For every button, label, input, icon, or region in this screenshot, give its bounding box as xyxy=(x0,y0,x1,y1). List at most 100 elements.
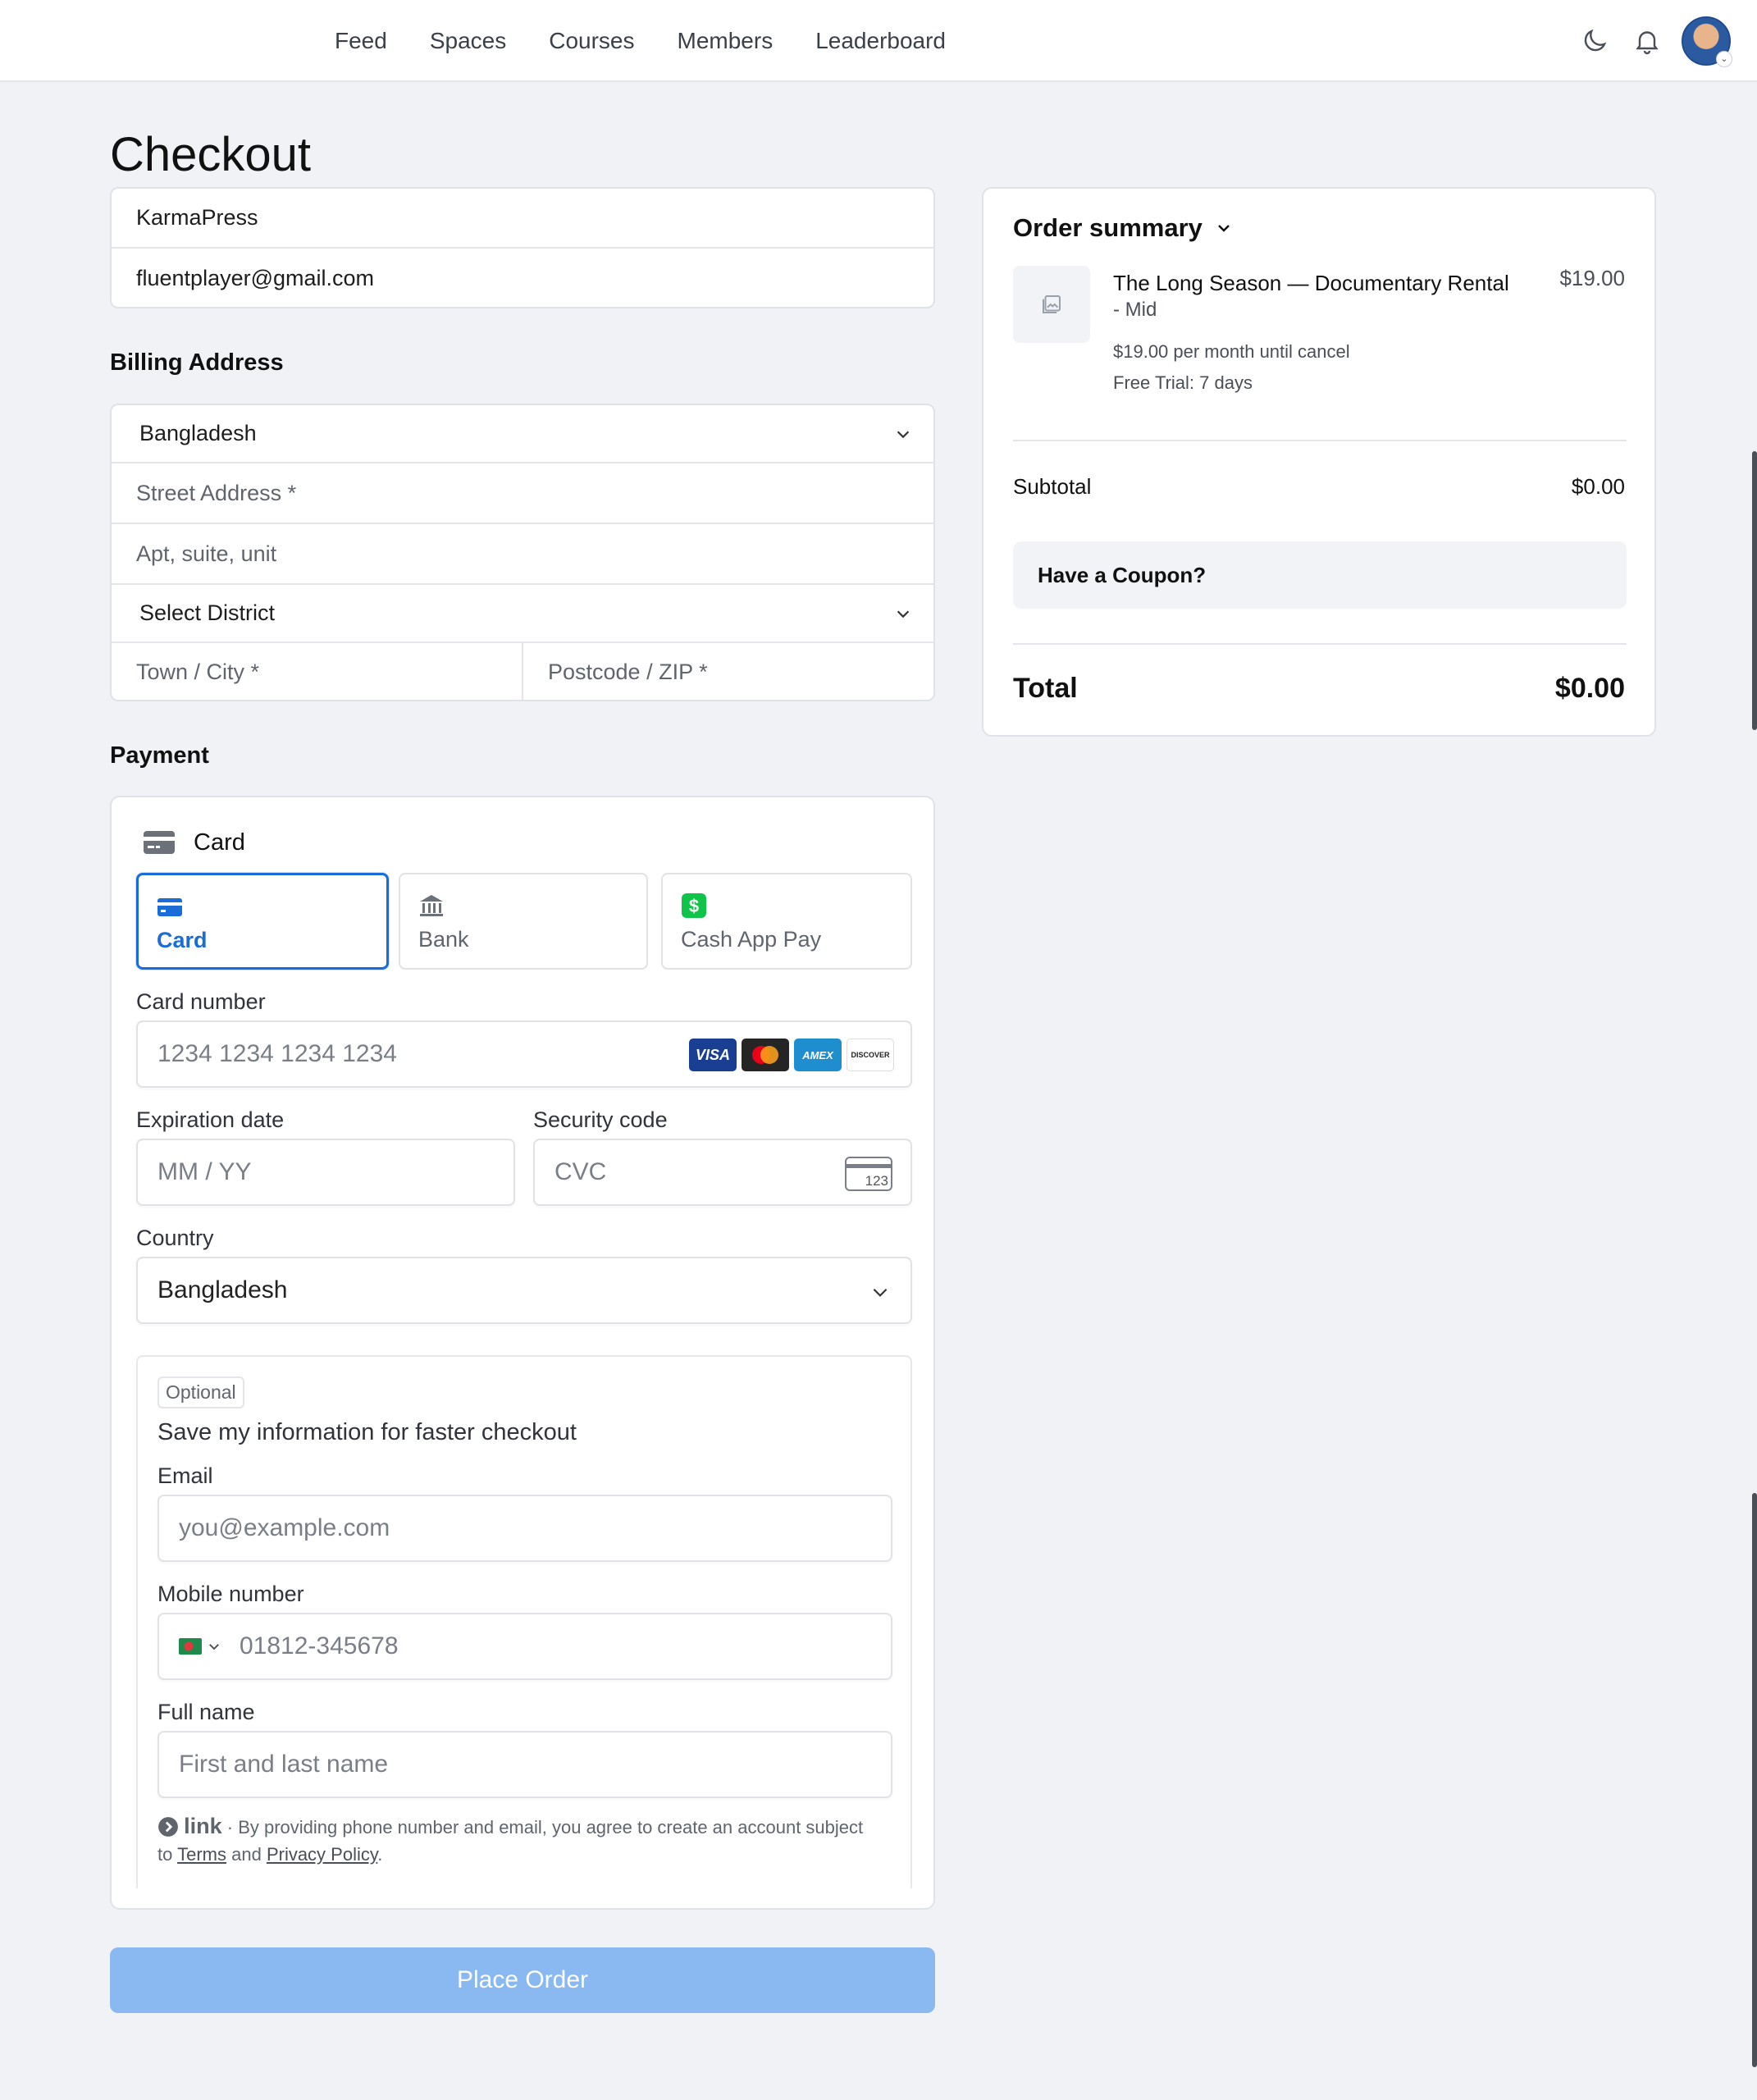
bell-icon xyxy=(1636,31,1659,55)
nav-link-spaces[interactable]: Spaces xyxy=(430,28,506,54)
billing-fields: Bangladesh Street Address * Apt, suite, … xyxy=(110,404,935,701)
product-name: The Long Season — Documentary Rental xyxy=(1113,271,1509,295)
district-value: Select District xyxy=(139,600,276,625)
chevron-down-icon xyxy=(873,1288,888,1297)
payment-country-label: Country xyxy=(136,1226,214,1250)
mobile-placeholder: 01812-345678 xyxy=(240,1632,399,1659)
billing-country-select[interactable]: Bangladesh xyxy=(112,405,933,463)
mastercard-logo xyxy=(742,1039,789,1071)
payment-tab-bank[interactable]: Bank xyxy=(399,873,648,970)
street-address-placeholder: Street Address * xyxy=(136,480,297,505)
legal-period: . xyxy=(377,1844,383,1865)
dark-mode-toggle[interactable] xyxy=(1578,25,1611,57)
account-email-field[interactable]: fluentplayer@gmail.com xyxy=(112,249,933,307)
discover-logo: DISCOVER xyxy=(847,1039,894,1071)
expiry-placeholder: MM / YY xyxy=(157,1158,252,1185)
page-title: Checkout xyxy=(110,128,312,181)
full-name-label: Full name xyxy=(157,1700,255,1724)
link-logo: link xyxy=(157,1814,227,1838)
top-navigation: Feed Spaces Courses Members Leaderboard … xyxy=(0,0,1757,82)
nav-link-courses[interactable]: Courses xyxy=(549,28,634,54)
billing-country-value: Bangladesh xyxy=(139,421,257,445)
summary-divider xyxy=(1013,440,1627,441)
cash-app-icon: $ xyxy=(682,893,706,918)
apt-suite-input[interactable]: Apt, suite, unit xyxy=(112,524,933,585)
image-placeholder-icon xyxy=(1043,295,1061,313)
payment-panel: Card Card Bank $ Cash App Pay Card numbe… xyxy=(110,796,935,1910)
bangladesh-flag-icon xyxy=(179,1638,202,1655)
user-avatar[interactable]: ⌄ xyxy=(1682,16,1732,67)
legal-copy: · By providing phone number and email, y… xyxy=(157,1817,864,1865)
amex-logo: AMEX xyxy=(794,1039,842,1071)
mobile-input[interactable]: 01812-345678 xyxy=(157,1613,892,1680)
total-value: $0.00 xyxy=(1554,673,1625,704)
moon-icon xyxy=(1584,29,1607,52)
cvc-placeholder: CVC xyxy=(554,1158,607,1185)
card-number-input[interactable]: 1234 1234 1234 1234 VISA AMEX DISCOVER xyxy=(136,1020,912,1088)
account-name-field[interactable]: KarmaPress xyxy=(112,189,933,249)
bank-icon xyxy=(420,895,443,916)
payment-country-value: Bangladesh xyxy=(157,1276,288,1303)
nav-link-leaderboard[interactable]: Leaderboard xyxy=(815,28,946,54)
cvc-input[interactable]: CVC 123 xyxy=(533,1139,912,1206)
coupon-toggle[interactable]: Have a Coupon? xyxy=(1013,541,1627,609)
postcode-input[interactable]: Postcode / ZIP * xyxy=(523,643,933,700)
place-order-button[interactable]: Place Order xyxy=(110,1947,935,2013)
cvc-card-icon: 123 xyxy=(845,1157,892,1191)
payment-method-title: Card xyxy=(194,829,245,856)
account-email-value: fluentplayer@gmail.com xyxy=(136,266,375,290)
card-brands: VISA AMEX DISCOVER xyxy=(684,1039,894,1071)
link-arrow-icon xyxy=(158,1817,178,1837)
cvc-label: Security code xyxy=(533,1107,668,1132)
cvc-icon-text: 123 xyxy=(865,1173,888,1189)
full-name-placeholder: First and last name xyxy=(179,1751,389,1778)
payment-method-header: Card xyxy=(143,822,245,863)
link-email-input[interactable]: you@example.com xyxy=(157,1495,892,1562)
street-address-input[interactable]: Street Address * xyxy=(112,463,933,524)
nav-actions: ⌄ xyxy=(1558,0,1732,82)
district-select[interactable]: Select District xyxy=(112,585,933,643)
product-thumbnail xyxy=(1013,266,1090,343)
payment-tab-cash-app-label: Cash App Pay xyxy=(681,927,822,952)
link-legal-text: link · By providing phone number and ema… xyxy=(157,1813,879,1868)
product-variant: - Mid xyxy=(1113,299,1157,321)
link-email-placeholder: you@example.com xyxy=(179,1514,390,1541)
account-fields: KarmaPress fluentplayer@gmail.com xyxy=(110,187,935,308)
chevron-down-icon: ⌄ xyxy=(1716,51,1732,67)
apt-suite-placeholder: Apt, suite, unit xyxy=(136,541,277,566)
postcode-placeholder: Postcode / ZIP * xyxy=(548,660,708,684)
privacy-policy-link[interactable]: Privacy Policy xyxy=(267,1844,377,1865)
order-summary-toggle[interactable]: Order summary xyxy=(1013,213,1234,243)
expiry-label: Expiration date xyxy=(136,1107,285,1132)
payment-tab-card-label: Card xyxy=(157,928,208,952)
chevron-down-icon xyxy=(209,1644,219,1650)
town-city-input[interactable]: Town / City * xyxy=(112,643,523,700)
full-name-input[interactable]: First and last name xyxy=(157,1731,892,1798)
card-icon xyxy=(144,831,175,854)
payment-tab-bank-label: Bank xyxy=(418,927,469,952)
mobile-label: Mobile number xyxy=(157,1582,304,1606)
mastercard-icon xyxy=(752,1046,778,1064)
nav-link-members[interactable]: Members xyxy=(678,28,774,54)
order-summary: Order summary The Long Season — Document… xyxy=(982,187,1656,737)
link-email-label: Email xyxy=(157,1463,213,1488)
country-code-select[interactable] xyxy=(179,1638,221,1655)
payment-tab-card[interactable]: Card xyxy=(136,873,389,970)
order-summary-title: Order summary xyxy=(1013,213,1203,242)
product-trial: Free Trial: 7 days xyxy=(1113,372,1253,393)
expiry-input[interactable]: MM / YY xyxy=(136,1139,515,1206)
nav-link-feed[interactable]: Feed xyxy=(335,28,387,54)
chevron-down-icon xyxy=(897,609,910,618)
terms-link[interactable]: Terms xyxy=(177,1844,226,1865)
page-scrollbar-lower[interactable] xyxy=(1752,1493,1757,2067)
summary-divider xyxy=(1013,643,1627,645)
product-recurring: $19.00 per month until cancel xyxy=(1113,341,1350,362)
page-scrollbar[interactable] xyxy=(1752,451,1757,730)
payment-country-select[interactable]: Bangladesh xyxy=(136,1257,912,1324)
total-label: Total xyxy=(1013,673,1078,704)
save-info-title: Save my information for faster checkout xyxy=(157,1419,577,1445)
payment-tab-cash-app[interactable]: $ Cash App Pay xyxy=(661,873,912,970)
account-name-value: KarmaPress xyxy=(136,205,258,230)
chevron-down-icon xyxy=(897,430,910,438)
notifications-button[interactable] xyxy=(1631,25,1663,57)
